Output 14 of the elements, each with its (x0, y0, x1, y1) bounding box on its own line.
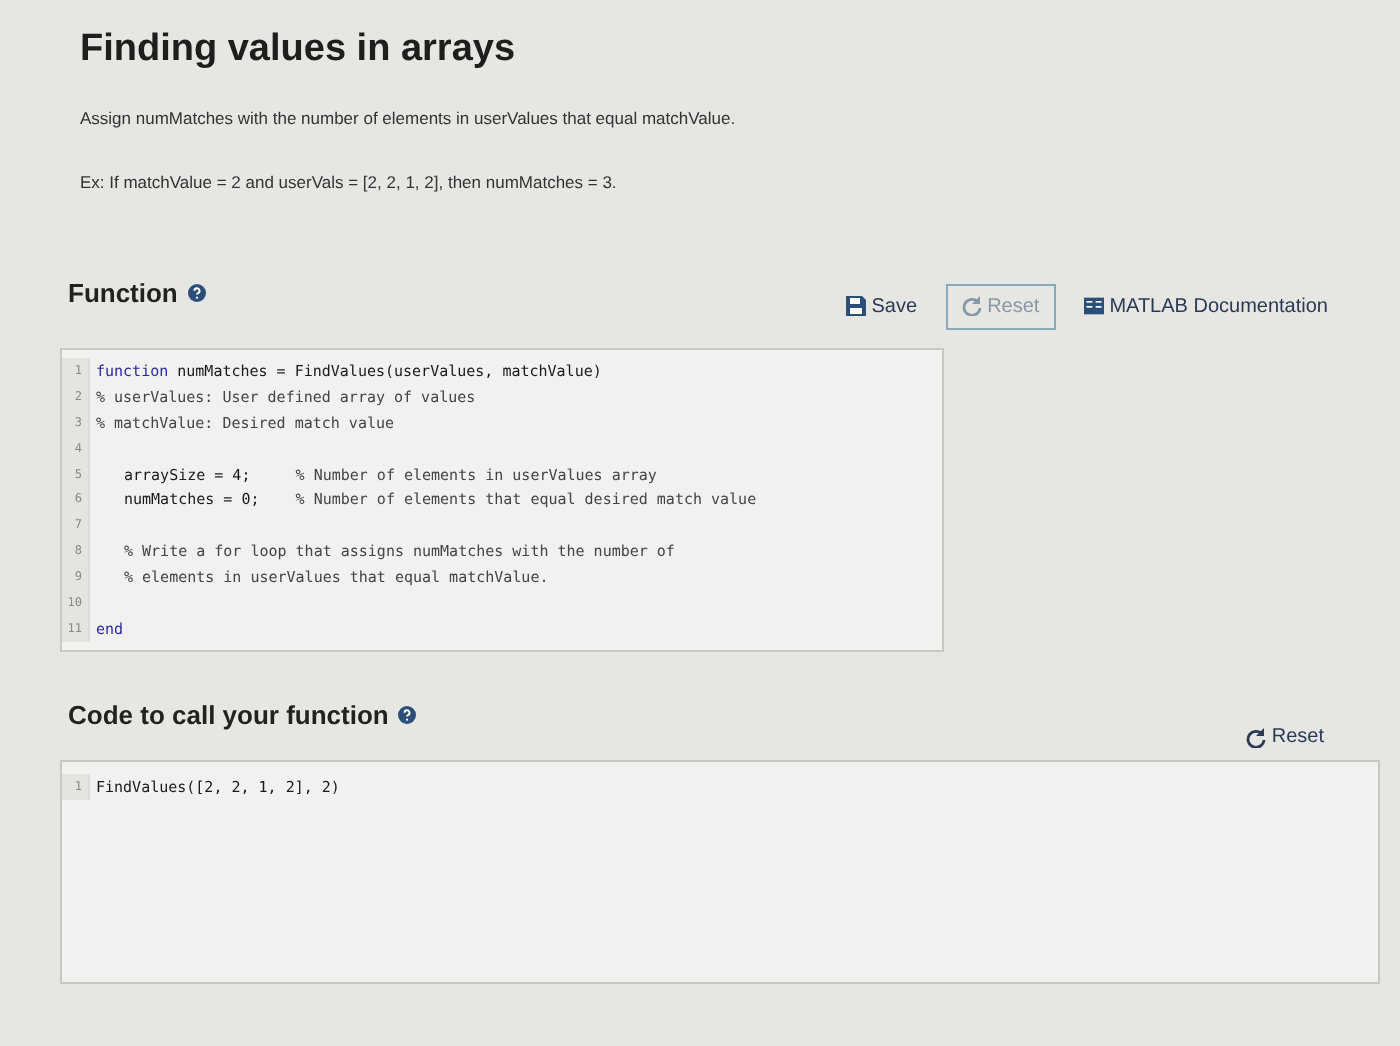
section-heading: Function (68, 277, 178, 307)
reset-button[interactable]: Reset (1237, 718, 1332, 757)
documentation-link[interactable]: MATLAB Documentation (1075, 287, 1336, 325)
save-button[interactable]: Save (837, 287, 926, 325)
help-icon[interactable] (398, 706, 417, 725)
refresh-icon (1245, 727, 1266, 748)
description-text: Assign numMatches with the number of elements in userValues that equal matchValue. (80, 108, 738, 128)
example-text: Ex: If matchValue = 2 and userVals = [2, 2, 1, 2], then numMatches = 3. (80, 172, 619, 192)
page-title: Finding values in arrays (80, 28, 518, 72)
help-icon[interactable] (187, 283, 206, 301)
book-icon (1083, 296, 1104, 316)
refresh-icon (961, 296, 982, 316)
code-editor[interactable] (60, 348, 944, 652)
section-heading: Code to call your function (68, 700, 389, 731)
